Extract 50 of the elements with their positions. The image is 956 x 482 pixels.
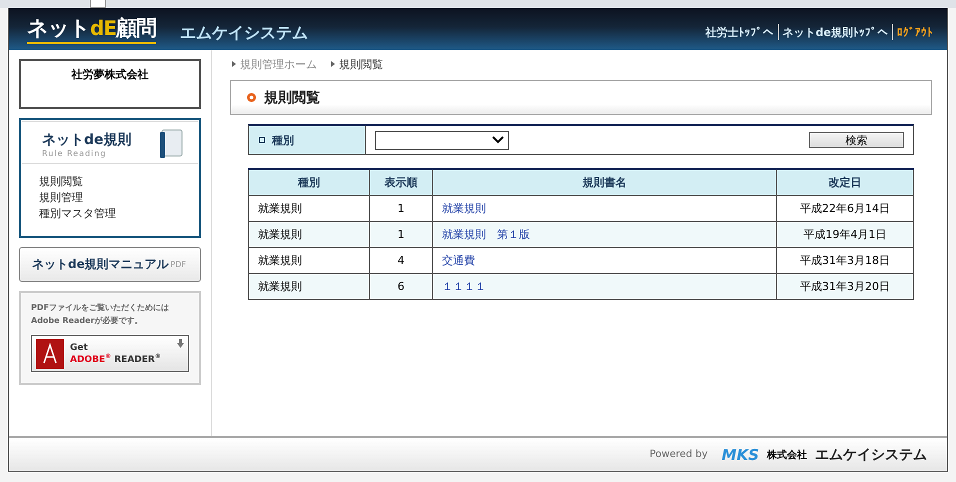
- footer-company: エムケイシステム: [815, 446, 927, 464]
- table-cell: 平成31年3月20日: [776, 273, 914, 299]
- breadcrumb-current: 規則閲覧: [339, 56, 383, 72]
- breadcrumb-link[interactable]: 規則管理ホーム: [240, 56, 317, 72]
- book-icon: [158, 129, 184, 159]
- bullet-icon: [247, 93, 256, 102]
- reader-note: PDFファイルをご覧いただくためには Adobe Readerが必要です。: [31, 302, 170, 327]
- rule-link[interactable]: １１１１: [442, 280, 486, 292]
- column-header: 種別: [248, 169, 370, 195]
- menu-subtitle: Rule Reading: [42, 148, 108, 158]
- company-prefix: 株式会社: [767, 448, 807, 462]
- client-name: 社労夢株式会社: [72, 67, 148, 83]
- header-link[interactable]: ネットde規則ﾄｯﾌﾟへ: [778, 24, 892, 40]
- company-name: エムケイシステム: [180, 22, 308, 44]
- menu-link[interactable]: 種別マスタ管理: [39, 206, 181, 222]
- table-cell: 就業規則: [248, 195, 370, 221]
- table-cell: 6: [370, 273, 432, 299]
- window-tab[interactable]: [90, 0, 106, 8]
- menu-link[interactable]: 規則管理: [39, 190, 181, 206]
- get-reader-button[interactable]: Get ADOBE$^{®}$ READER$^{®}$: [31, 335, 189, 372]
- rule-link[interactable]: 交通費: [442, 254, 475, 266]
- table-cell: 就業規則: [248, 273, 370, 299]
- rule-link[interactable]: 就業規則 第１版: [442, 228, 530, 240]
- category-dropdown[interactable]: [375, 130, 509, 150]
- column-header: 規則書名: [432, 169, 776, 195]
- download-arrow-icon: [177, 339, 184, 348]
- filter-label: 種別: [272, 132, 294, 148]
- table-cell: 就業規則: [248, 221, 370, 247]
- table-cell: 4: [370, 247, 432, 273]
- page-title: 規則閲覧: [264, 88, 320, 106]
- column-header: 表示順: [370, 169, 432, 195]
- menu-title: ネットde規則: [42, 130, 132, 148]
- table-cell: 平成22年6月14日: [776, 195, 914, 221]
- table-cell: 平成31年3月18日: [776, 247, 914, 273]
- header-link[interactable]: ﾛｸﾞｱｳﾄ: [893, 26, 937, 38]
- manual-button[interactable]: ネットde規則マニュアル PDF: [19, 247, 201, 282]
- table-cell: 就業規則: [248, 247, 370, 273]
- table-cell: 1: [370, 221, 432, 247]
- chevron-down-icon: [492, 136, 504, 144]
- table-cell: 1: [370, 195, 432, 221]
- footer-logo: MKS: [722, 446, 759, 464]
- table-cell: 平成19年4月1日: [776, 221, 914, 247]
- powered-by-text: Powered by: [650, 449, 708, 460]
- header-link[interactable]: 社労士ﾄｯﾌﾟへ: [702, 24, 778, 40]
- column-header: 改定日: [776, 169, 914, 195]
- search-button[interactable]: 検索: [809, 132, 904, 148]
- rule-link[interactable]: 就業規則: [442, 202, 486, 214]
- logo: ネット dE顧問: [27, 14, 156, 44]
- menu-link[interactable]: 規則閲覧: [39, 174, 181, 190]
- pdf-icon: [36, 338, 64, 368]
